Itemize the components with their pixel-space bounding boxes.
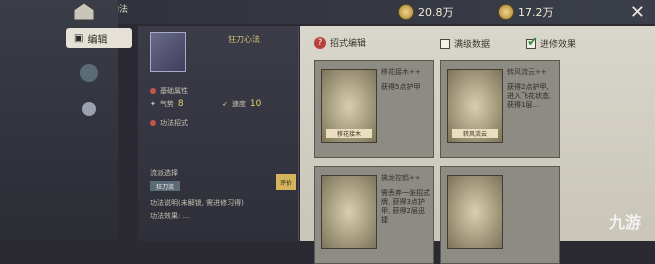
sidebar-tab-edit[interactable]: ▣ 编辑 <box>66 28 132 48</box>
skills-icon <box>150 120 156 126</box>
speed-icon: ➶ <box>222 100 228 108</box>
move-edit-title: ? 招式编辑 <box>314 36 366 49</box>
currency-2: 17.2万 <box>498 4 554 20</box>
checkbox[interactable] <box>440 38 450 49</box>
coin-icon <box>398 4 414 20</box>
move-card-3[interactable]: 擒龙控鹤++ 需丢弃一张招式牌, 获得3点护甲, 获得2层迅捷 <box>314 166 434 264</box>
momentum-icon: ✦ <box>150 100 156 108</box>
book-icon: ▣ <box>74 32 84 44</box>
row-desc: 功法说明(未解锁, 需进修习得) <box>150 199 244 207</box>
watermark-logo: 九游 <box>608 213 641 232</box>
move-edit-panel: ? 招式编辑 满级数据 进修效果 移花接木 移花接木++ 获得5点护甲 转风流云… <box>300 26 655 264</box>
row-speed: ➶ 速度 10 <box>222 99 262 109</box>
currency-1: 20.8万 <box>398 4 454 20</box>
top-bar <box>104 0 655 24</box>
row-school: 流派选择 <box>150 169 178 177</box>
row-effect: 功法效果: ... <box>150 212 190 220</box>
rating-tag[interactable]: 评价 <box>276 174 296 190</box>
move-card-1[interactable]: 移花接木 移花接木++ 获得5点护甲 <box>314 60 434 158</box>
row-basic: 基础属性 <box>150 86 188 96</box>
wave-icon[interactable] <box>80 100 98 118</box>
help-icon[interactable]: ? <box>314 36 326 49</box>
card-art <box>447 175 503 249</box>
advance-effect-toggle[interactable]: 进修效果 <box>526 35 576 50</box>
card-art: 移花接木 <box>321 69 377 143</box>
full-level-toggle[interactable]: 满级数据 <box>440 37 490 50</box>
attr-icon <box>150 88 156 94</box>
close-icon[interactable]: ✕ <box>630 2 645 23</box>
house-icon[interactable] <box>70 0 98 22</box>
sidebar-tab-label: 编辑 <box>87 34 108 46</box>
card-art <box>321 175 377 249</box>
move-card-4[interactable] <box>440 166 560 264</box>
skill-detail-panel: 狂刀心法 基础属性 ✦ 气势 8 ➶ 速度 10 功法招式 流派选择 狂刀流 功… <box>138 26 299 241</box>
row-momentum: ✦ 气势 8 <box>150 99 184 109</box>
sidebar: ▣ 编辑 <box>0 0 132 241</box>
school-badge[interactable]: 狂刀流 <box>150 181 180 191</box>
move-card-2[interactable]: 转风流云 转风流云++ 获得2点护甲, 进入飞花状态, 获得1层... <box>440 60 560 158</box>
row-skills: 功法招式 <box>150 118 188 128</box>
checkbox-checked[interactable] <box>526 35 538 50</box>
skill-name: 狂刀心法 <box>228 35 260 44</box>
leaf-icon[interactable] <box>78 62 100 84</box>
skill-icon <box>150 32 186 72</box>
gem-icon <box>498 4 514 20</box>
card-art: 转风流云 <box>447 69 503 143</box>
